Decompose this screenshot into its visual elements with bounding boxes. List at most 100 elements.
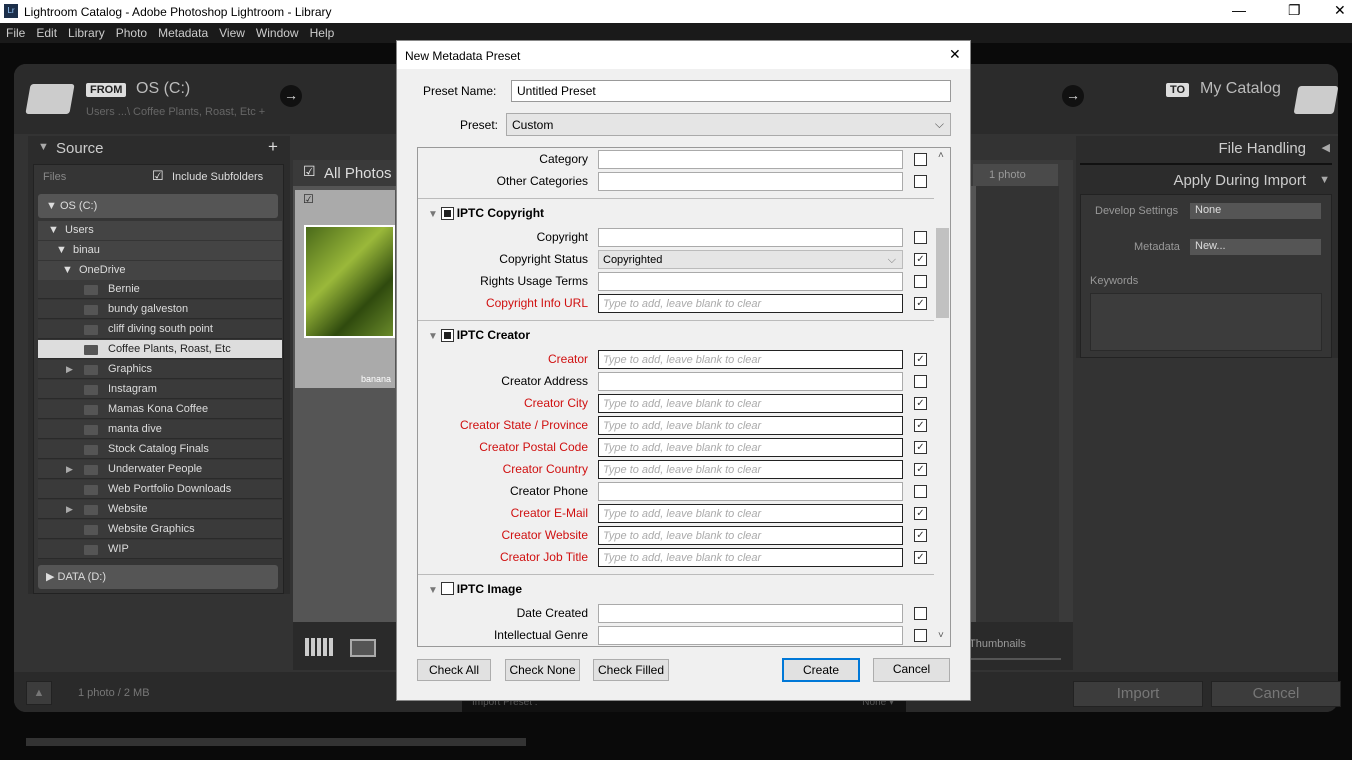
field-checkbox[interactable] — [914, 375, 927, 388]
scrollbar[interactable]: ˄ ˅ — [934, 148, 950, 646]
close-window-button[interactable]: ✕ — [1334, 2, 1346, 19]
field-input[interactable]: Type to add, leave blank to clear — [598, 438, 903, 457]
maximize-button[interactable]: ❐ — [1288, 2, 1301, 19]
scrollbar-thumb[interactable] — [936, 228, 949, 318]
check-all-button[interactable]: Check All — [417, 659, 491, 681]
field-input[interactable] — [598, 172, 903, 191]
loupe-view-icon[interactable] — [350, 639, 376, 657]
include-subfolders-checkbox[interactable]: ☑ — [152, 168, 164, 184]
field-input[interactable]: Type to add, leave blank to clear — [598, 526, 903, 545]
grid-view-icon[interactable] — [305, 638, 333, 656]
drive-d-item[interactable]: ▶ DATA (D:) — [38, 565, 278, 589]
collapse-left-icon[interactable]: ◀ — [1322, 141, 1330, 154]
folder-item[interactable]: ▶ Graphics — [38, 360, 282, 379]
field-checkbox[interactable] — [914, 175, 927, 188]
all-photos-checkbox[interactable]: ☑ — [303, 163, 316, 180]
field-input[interactable] — [598, 228, 903, 247]
field-checkbox[interactable]: ✓ — [914, 463, 927, 476]
field-checkbox[interactable]: ✓ — [914, 297, 927, 310]
drive-c-item[interactable]: ▼ OS (C:) — [38, 194, 278, 218]
preset-select[interactable]: Custom ⌵ — [506, 113, 951, 136]
cancel-import-button[interactable]: Cancel — [1211, 681, 1341, 707]
field-input[interactable]: Type to add, leave blank to clear — [598, 416, 903, 435]
source-path[interactable]: Users ...\ Coffee Plants, Roast, Etc + — [86, 106, 265, 118]
dialog-close-icon[interactable]: ✕ — [949, 46, 961, 63]
folder-item[interactable]: cliff diving south point — [38, 320, 282, 339]
field-checkbox[interactable] — [914, 607, 927, 620]
expand-down-icon[interactable]: ▼ — [1319, 174, 1330, 186]
folder-item[interactable]: Bernie — [38, 280, 282, 299]
section-checkbox[interactable] — [440, 207, 454, 220]
keywords-input[interactable] — [1090, 293, 1322, 351]
section-header[interactable]: ▼ IPTC Creator — [428, 328, 530, 342]
photo-cell[interactable]: ☑ banana — [295, 190, 395, 388]
show-more-button[interactable]: ▲ — [26, 681, 52, 705]
folder-item[interactable]: ▶ Website — [38, 500, 282, 519]
thumbnail-size-slider[interactable] — [969, 658, 1061, 660]
banana-thumbnail[interactable] — [304, 225, 395, 338]
section-checkbox[interactable] — [440, 582, 454, 595]
file-handling-header[interactable]: File Handling — [1218, 140, 1306, 157]
folder-item[interactable]: Web Portfolio Downloads — [38, 480, 282, 499]
folder-item[interactable]: Stock Catalog Finals — [38, 440, 282, 459]
onedrive-folder[interactable]: ▼ OneDrive — [38, 261, 282, 280]
field-input[interactable]: Type to add, leave blank to clear — [598, 460, 903, 479]
expand-triangle-icon[interactable]: ▶ — [66, 460, 73, 479]
field-input[interactable]: Type to add, leave blank to clear — [598, 548, 903, 567]
field-input[interactable] — [598, 626, 903, 645]
all-photos-tab[interactable]: All Photos — [324, 165, 392, 182]
field-checkbox[interactable]: ✓ — [914, 551, 927, 564]
apply-during-import-header[interactable]: Apply During Import — [1173, 172, 1306, 189]
cancel-button[interactable]: Cancel — [873, 658, 950, 682]
field-checkbox[interactable] — [914, 485, 927, 498]
disclosure-triangle-icon[interactable]: ▼ — [428, 585, 441, 596]
field-checkbox[interactable]: ✓ — [914, 353, 927, 366]
import-button[interactable]: Import — [1073, 681, 1203, 707]
arrow-right-icon[interactable]: → — [1062, 85, 1084, 107]
develop-settings-select[interactable]: None — [1190, 203, 1321, 219]
folder-item[interactable]: bundy galveston — [38, 300, 282, 319]
field-checkbox[interactable]: ✓ — [914, 441, 927, 454]
field-checkbox[interactable] — [914, 629, 927, 642]
photo-checkbox[interactable]: ☑ — [303, 192, 314, 206]
expand-triangle-icon[interactable]: ▶ — [66, 500, 73, 519]
disclosure-triangle-icon[interactable]: ▼ — [428, 209, 441, 220]
field-checkbox[interactable] — [914, 231, 927, 244]
field-input[interactable]: Type to add, leave blank to clear — [598, 504, 903, 523]
folder-item[interactable]: Website Graphics — [38, 520, 282, 539]
filmstrip-scrollbar[interactable] — [26, 738, 526, 746]
arrow-right-icon[interactable]: → — [280, 85, 302, 107]
preset-name-input[interactable]: Untitled Preset — [511, 80, 951, 102]
field-input[interactable] — [598, 482, 903, 501]
field-input[interactable] — [598, 272, 903, 291]
folder-item[interactable]: Instagram — [38, 380, 282, 399]
menu-window[interactable]: Window — [250, 23, 304, 40]
folder-item[interactable]: manta dive — [38, 420, 282, 439]
field-checkbox[interactable]: ✓ — [914, 419, 927, 432]
metadata-select[interactable]: New... — [1190, 239, 1321, 255]
section-checkbox[interactable] — [440, 329, 454, 342]
field-input[interactable]: Type to add, leave blank to clear — [598, 394, 903, 413]
menu-edit[interactable]: Edit — [30, 23, 62, 40]
check-filled-button[interactable]: Check Filled — [593, 659, 669, 681]
field-input[interactable] — [598, 150, 903, 169]
section-header[interactable]: ▼ IPTC Copyright — [428, 206, 544, 220]
section-header[interactable]: ▼ IPTC Image — [428, 582, 522, 596]
field-checkbox[interactable]: ✓ — [914, 507, 927, 520]
field-input[interactable]: Type to add, leave blank to clear — [598, 294, 903, 313]
menu-metadata[interactable]: Metadata — [152, 23, 213, 40]
folder-item[interactable]: ▶ Underwater People — [38, 460, 282, 479]
user-folder[interactable]: ▼ binau — [38, 241, 282, 260]
folder-item[interactable]: WIP — [38, 540, 282, 559]
menu-help[interactable]: Help — [304, 23, 340, 40]
expand-triangle-icon[interactable]: ▶ — [66, 360, 73, 379]
source-drive-select[interactable]: OS (C:) — [136, 80, 190, 98]
field-checkbox[interactable] — [914, 275, 927, 288]
create-button[interactable]: Create — [782, 658, 860, 682]
disclosure-triangle-icon[interactable]: ▼ — [428, 331, 441, 342]
menu-library[interactable]: Library — [62, 23, 110, 40]
users-folder[interactable]: ▼ Users — [38, 221, 282, 240]
copyright-status-select[interactable]: Copyrighted ⌵ — [598, 250, 903, 269]
field-input[interactable] — [598, 604, 903, 623]
check-none-button[interactable]: Check None — [505, 659, 580, 681]
